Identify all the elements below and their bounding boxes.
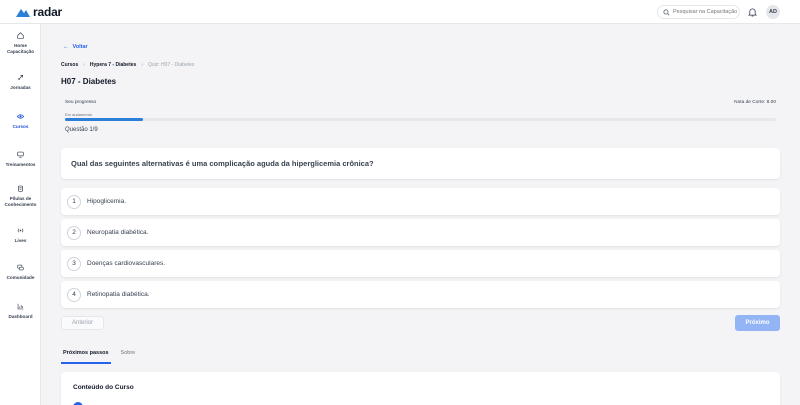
tabs: Próximos passos Sobre [61, 350, 137, 364]
logo-icon [16, 9, 30, 17]
course-content-card: Conteúdo do Curso [61, 372, 780, 405]
arrow-left-icon: ← [63, 44, 69, 50]
search-box[interactable] [657, 5, 741, 19]
sidebar-item-label: Cursos [12, 124, 29, 129]
broadcast-icon [17, 228, 24, 233]
sidebar-item-label: Treinamentos [5, 162, 36, 167]
page-title: H07 - Diabetes [61, 77, 117, 86]
breadcrumb-separator: › [141, 62, 143, 68]
logo-text: radar [33, 5, 63, 19]
question-card: Qual das seguintes alternativas é uma co… [61, 148, 780, 179]
eye-icon [17, 114, 24, 119]
bell-icon[interactable] [748, 7, 757, 17]
course-content-title: Conteúdo do Curso [73, 384, 134, 391]
monitor-icon [17, 151, 24, 158]
option-text: Retinopatia diabética. [87, 291, 150, 298]
sidebar: Home Capacitação Jornadas Cursos Treinam… [0, 24, 41, 405]
breadcrumb-separator: › [83, 62, 85, 68]
avatar[interactable]: AD [766, 5, 780, 19]
breadcrumb-course[interactable]: Hypera 7 - Diabetes [90, 62, 136, 68]
sidebar-item-dashboard[interactable]: Dashboard [0, 303, 41, 320]
breadcrumb-cursos[interactable]: Cursos [61, 62, 78, 68]
chart-icon [17, 303, 24, 310]
back-label: Voltar [72, 44, 88, 50]
logo[interactable]: radar [16, 6, 62, 18]
sidebar-item-label: Pílulas de Conhecimento [4, 196, 37, 207]
sidebar-item-lives[interactable]: Lives [0, 227, 41, 244]
option-number: 3 [67, 256, 81, 271]
sidebar-item-label: Dashboard [8, 314, 33, 319]
sidebar-item-label: Comunidade [6, 275, 35, 280]
answer-option[interactable]: 3 Doenças cardiovasculares. [61, 250, 780, 277]
answer-option[interactable]: 4 Retinopatia diabética. [61, 281, 780, 308]
sidebar-item-home[interactable]: Home Capacitação [0, 32, 41, 55]
option-text: Doenças cardiovasculares. [87, 260, 166, 267]
option-number: 4 [67, 287, 81, 302]
main-content: ← Voltar Cursos › Hypera 7 - Diabetes › … [41, 24, 800, 405]
question-text: Qual das seguintes alternativas é uma co… [71, 159, 374, 168]
cutoff-score: Nota de Corte: 8.00 [734, 100, 776, 105]
answer-option[interactable]: 1 Hipoglicemia. [61, 188, 780, 215]
option-text: Neuropatia diabética. [87, 229, 149, 236]
sidebar-item-jornadas[interactable]: Jornadas [0, 74, 41, 91]
next-button[interactable]: Próximo [735, 315, 780, 331]
back-link[interactable]: ← Voltar [63, 44, 88, 50]
option-number: 2 [67, 225, 81, 240]
top-bar: radar AD [0, 0, 800, 24]
sidebar-item-pilulas[interactable]: Pílulas de Conhecimento [0, 185, 41, 208]
chat-icon [17, 264, 24, 271]
previous-button[interactable]: Anterior [61, 316, 104, 330]
breadcrumb-current: Quiz: H07 - Diabetes [148, 62, 195, 68]
status-text: Em andamento [65, 112, 93, 117]
sidebar-item-label: Jornadas [10, 85, 31, 90]
sidebar-item-label: Lives [14, 238, 27, 243]
home-icon [17, 32, 24, 39]
sidebar-item-treinamentos[interactable]: Treinamentos [0, 151, 41, 168]
clipboard-icon [18, 185, 23, 192]
option-number: 1 [67, 194, 81, 209]
sidebar-item-cursos[interactable]: Cursos [0, 113, 41, 130]
search-icon [663, 8, 670, 16]
option-text: Hipoglicemia. [87, 198, 127, 205]
sidebar-item-comunidade[interactable]: Comunidade [0, 264, 41, 281]
tab-proximos-passos[interactable]: Próximos passos [61, 350, 111, 364]
answer-option[interactable]: 2 Neuropatia diabética. [61, 219, 780, 246]
breadcrumb: Cursos › Hypera 7 - Diabetes › Quiz: H07… [61, 62, 194, 68]
search-input[interactable] [673, 9, 741, 15]
progress-bar [65, 118, 776, 121]
rocket-icon [18, 75, 23, 80]
sidebar-item-label: Home Capacitação [6, 43, 35, 54]
tab-sobre[interactable]: Sobre [119, 350, 138, 364]
progress-bar-fill [65, 118, 144, 121]
progress-label: Seu progresso [65, 100, 97, 105]
question-counter: Questão 1/9 [65, 127, 98, 133]
